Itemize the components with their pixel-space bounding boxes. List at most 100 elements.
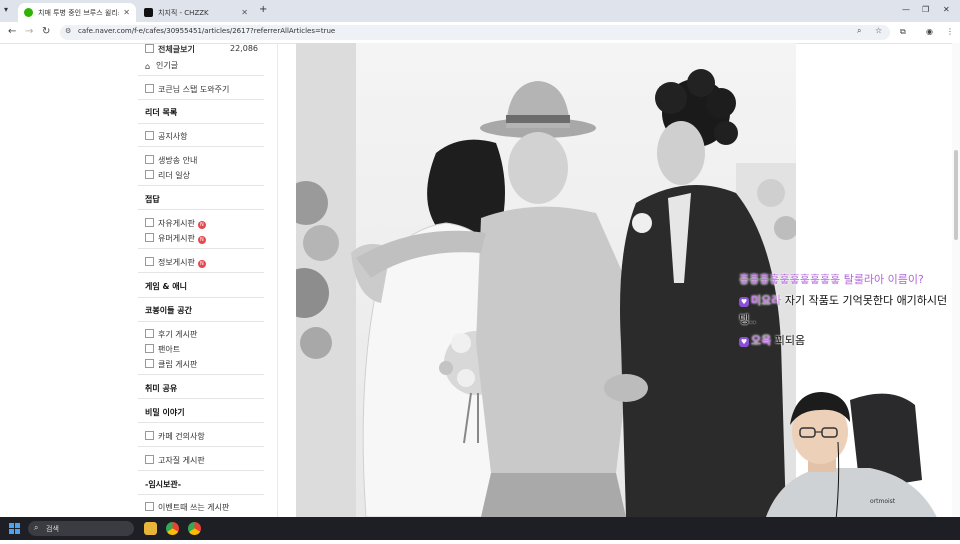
sidebar-item-fanart[interactable]: 팬아트 xyxy=(145,344,180,355)
sidebar-group-game: 게임 & 애니 xyxy=(145,282,187,291)
article-photo xyxy=(296,43,796,517)
cafe-sidebar: 전체글보기 22,086 ⌂ 인기글 코큰님 스탭 도와주기 리더 목록 공지사항… xyxy=(138,43,264,517)
sidebar-group-hobby: 취미 공유 xyxy=(145,384,178,393)
chrome-icon[interactable] xyxy=(166,522,179,535)
sidebar-item-notice[interactable]: 공지사항 xyxy=(145,131,187,142)
menu-dots-icon[interactable]: ⋮ xyxy=(946,27,954,36)
chat-message-text: 뎅.. xyxy=(739,313,757,326)
sidebar-group-leader: 리더 목록 xyxy=(145,108,178,117)
board-icon xyxy=(145,44,154,53)
taskbar-search[interactable]: ⌕ 검색 xyxy=(28,521,134,536)
minimize-icon[interactable]: — xyxy=(902,5,910,14)
profile-icon[interactable]: ◉ xyxy=(926,27,933,36)
board-icon xyxy=(145,431,154,440)
sidebar-item-info-board[interactable]: 정보게시판 N xyxy=(145,257,206,268)
divider xyxy=(138,99,264,100)
chat-message-text: 꾀되옴 xyxy=(774,334,806,347)
divider xyxy=(138,209,264,210)
chat-message-continuation: 뎅.. xyxy=(739,311,756,327)
sidebar-item-all-posts[interactable]: 전체글보기 xyxy=(145,44,195,55)
board-icon xyxy=(145,344,154,353)
sidebar-item-humor-board[interactable]: 유머게시판 N xyxy=(145,233,206,244)
windows-taskbar: ⌕ 검색 xyxy=(0,517,960,540)
chat-message-text: 자기 작품도 기억못한다 애기하시던 xyxy=(784,294,948,307)
heart-badge-icon: ♥ xyxy=(739,297,749,307)
sidebar-item-complaint-board[interactable]: 고자질 게시판 xyxy=(145,455,205,466)
sidebar-item-broadcast[interactable]: 생방송 안내 xyxy=(145,155,197,166)
chat-nickname: 미요라 xyxy=(751,294,782,307)
board-icon xyxy=(145,84,154,93)
close-tab-icon[interactable]: ✕ xyxy=(123,8,130,17)
divider xyxy=(138,123,264,124)
chat-message-text: 흫흫흫흫흫흫흫흫흫흫 탈룰라아 이름이? xyxy=(739,273,924,286)
sidebar-item-leader-daily[interactable]: 리더 일상 xyxy=(145,170,190,181)
zoom-icon[interactable]: ⌕ xyxy=(857,26,861,36)
site-info-icon[interactable]: ⚙ xyxy=(65,27,71,35)
forward-icon[interactable]: → xyxy=(25,26,33,37)
maximize-icon[interactable]: ❐ xyxy=(922,5,929,14)
sidebar-item-clip-board[interactable]: 클립 게시판 xyxy=(145,359,197,370)
new-badge: N xyxy=(197,236,206,244)
sidebar-item-free-board[interactable]: 자유게시판 N xyxy=(145,218,206,229)
board-icon xyxy=(145,233,154,242)
chrome-window-icon[interactable] xyxy=(188,522,201,535)
tab-search-icon[interactable]: ▾ xyxy=(4,5,8,14)
divider xyxy=(138,297,264,298)
new-tab-plus-icon[interactable]: + xyxy=(259,4,267,15)
tab-label: 치지직 - CHZZK xyxy=(158,8,209,17)
board-icon xyxy=(145,218,154,227)
url-text[interactable]: cafe.naver.com/f-e/cafes/30955451/articl… xyxy=(78,27,335,35)
reload-icon[interactable]: ↻ xyxy=(42,26,50,37)
board-icon xyxy=(145,359,154,368)
new-badge: N xyxy=(197,260,206,268)
board-icon xyxy=(145,155,154,164)
board-icon xyxy=(145,329,154,338)
column-divider xyxy=(277,43,278,517)
chzzk-favicon xyxy=(144,8,153,17)
windows-start-icon[interactable] xyxy=(9,523,20,534)
tab-label: 치매 투병 중인 브루스 윌리스 xyxy=(38,8,120,17)
sidebar-item-review-board[interactable]: 후기 게시판 xyxy=(145,329,197,340)
sidebar-item-cafe-suggest[interactable]: 카페 건의사항 xyxy=(145,431,205,442)
extensions-icon[interactable]: ⧉ xyxy=(900,27,906,37)
naver-cafe-favicon xyxy=(24,8,33,17)
sidebar-group-creators: 코봉이들 공간 xyxy=(145,306,192,315)
divider xyxy=(138,494,264,495)
browser-tab-strip: ▾ 치매 투병 중인 브루스 윌리스 ✕ 치지직 - CHZZK ✕ + — ❐… xyxy=(0,0,960,22)
file-explorer-icon[interactable] xyxy=(144,522,157,535)
sidebar-item-popular[interactable]: ⌂ 인기글 xyxy=(145,60,178,71)
divider xyxy=(138,422,264,423)
divider xyxy=(138,398,264,399)
total-post-count: 22,086 xyxy=(230,44,258,53)
svg-text:ortmoist: ortmoist xyxy=(870,498,896,505)
chat-nickname: 오옥 xyxy=(751,334,772,347)
divider xyxy=(138,185,264,186)
sidebar-group-secret: 비밀 이야기 xyxy=(145,408,185,417)
sidebar-group-lobby: 접답 xyxy=(145,195,160,204)
chat-message: 흫흫흫흫흫흫흫흫흫흫 탈룰라아 이름이? xyxy=(739,271,924,287)
taskbar-search-placeholder: 검색 xyxy=(46,525,59,533)
divider xyxy=(138,446,264,447)
chat-message: ♥ 미요라 자기 작품도 기억못한다 애기하시던 xyxy=(739,292,947,308)
tab-chzzk[interactable]: 치지직 - CHZZK ✕ xyxy=(138,3,254,22)
scrollbar-thumb[interactable] xyxy=(954,150,958,240)
divider xyxy=(138,321,264,322)
divider xyxy=(138,470,264,471)
address-bar-row: ← → ↻ ⚙ cafe.naver.com/f-e/cafes/3095545… xyxy=(0,22,960,44)
board-icon xyxy=(145,455,154,464)
omnibox[interactable]: ⚙ cafe.naver.com/f-e/cafes/30955451/arti… xyxy=(60,25,890,40)
sidebar-group-temp: -임시보관- xyxy=(145,480,182,489)
close-tab-icon[interactable]: ✕ xyxy=(241,8,248,17)
divider xyxy=(138,75,264,76)
back-icon[interactable]: ← xyxy=(8,26,16,37)
sidebar-item-event-board[interactable]: 이벤트때 쓰는 게시판 xyxy=(145,502,229,513)
divider xyxy=(138,272,264,273)
board-icon xyxy=(145,257,154,266)
board-icon xyxy=(145,502,154,511)
tab-cafe-article[interactable]: 치매 투병 중인 브루스 윌리스 ✕ xyxy=(18,3,136,22)
divider xyxy=(138,146,264,147)
bookmark-star-icon[interactable]: ☆ xyxy=(875,26,882,35)
close-window-icon[interactable]: ✕ xyxy=(943,5,950,14)
sidebar-item-korean-stamp[interactable]: 코큰님 스탭 도와주기 xyxy=(145,84,229,95)
wedding-photo-illustration xyxy=(296,43,796,517)
